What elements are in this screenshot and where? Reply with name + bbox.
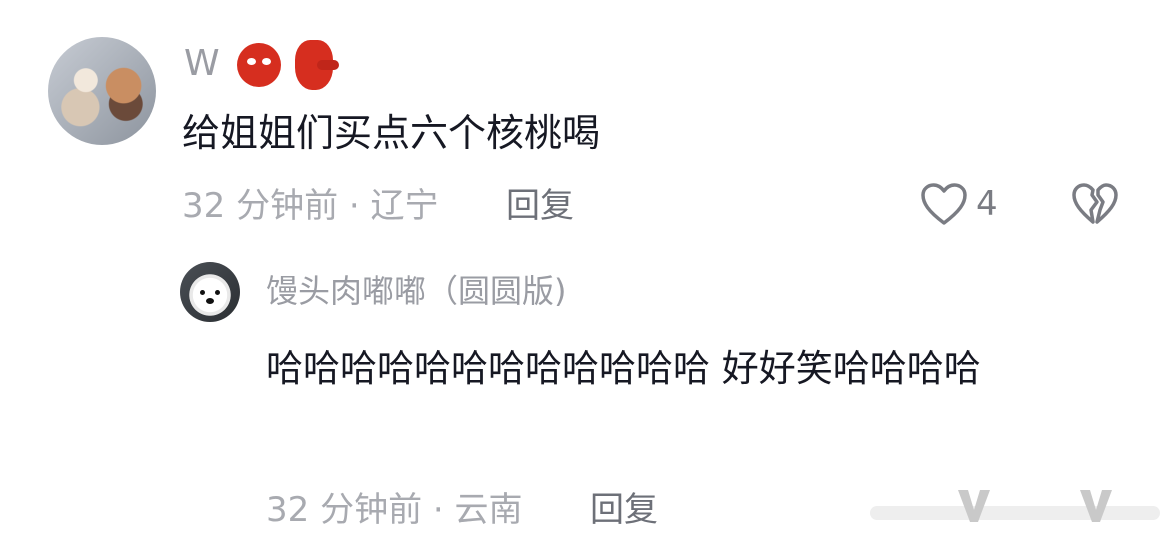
like-button[interactable]: 4	[920, 182, 998, 226]
comment-location: 辽宁	[370, 186, 439, 226]
reply-time: 32 分钟前	[266, 490, 423, 530]
comment-meta: 32 分钟前 · 辽宁	[182, 184, 439, 228]
meta-separator: ·	[348, 186, 360, 226]
heart-outline-icon	[921, 183, 967, 225]
reply-avatar[interactable]	[180, 262, 240, 322]
like-count: 4	[976, 184, 998, 224]
comment-reply-button[interactable]: 回复	[506, 184, 574, 228]
comment-time: 32 分钟前	[182, 186, 339, 226]
watermark-logo	[870, 490, 1160, 522]
meta-separator: ·	[432, 490, 444, 530]
reply-meta: 32 分钟前 · 云南	[266, 488, 523, 532]
avatar-eye	[200, 290, 205, 295]
reply-text: 哈哈哈哈哈哈哈哈哈哈哈哈 好好笑哈哈哈哈	[266, 347, 981, 390]
broken-heart-icon[interactable]	[1072, 182, 1118, 226]
comment-text: 给姐姐们买点六个核桃喝	[182, 111, 601, 155]
avatar-eye	[215, 290, 220, 295]
commenter-avatar[interactable]	[48, 37, 156, 145]
username-emojis	[237, 40, 340, 90]
reply-username[interactable]: 馒头肉嘟嘟（圆圆版)	[266, 268, 567, 314]
commenter-username[interactable]: W	[184, 43, 220, 84]
reply-location: 云南	[454, 490, 523, 530]
commenter-username-row[interactable]: W	[184, 40, 340, 90]
goblin-emoji-icon	[295, 40, 340, 90]
reply-reply-button[interactable]: 回复	[590, 488, 658, 532]
avatar-nose	[206, 298, 214, 304]
ogre-emoji-icon	[237, 43, 282, 87]
